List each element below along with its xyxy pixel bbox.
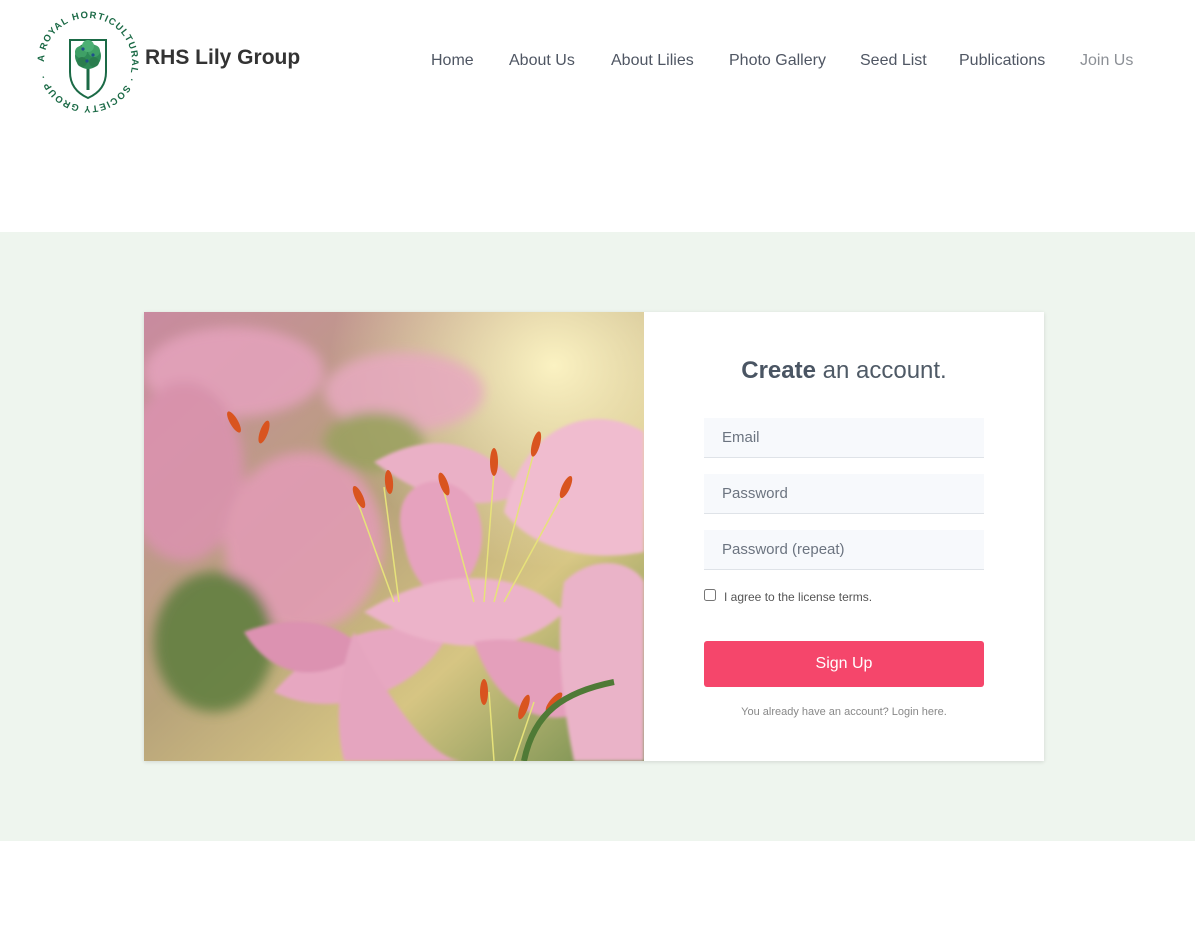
login-link[interactable]: You already have an account? Login here.: [741, 706, 947, 718]
license-label[interactable]: I agree to the license terms.: [724, 590, 872, 604]
nav-about-lilies[interactable]: About Lilies: [611, 52, 694, 70]
signup-form: Create an account. I agree to the licens…: [644, 312, 1044, 761]
main-nav: Home About Us About Lilies Photo Gallery…: [0, 52, 1195, 72]
email-field[interactable]: [704, 418, 984, 458]
nav-join-us[interactable]: Join Us: [1080, 52, 1133, 70]
license-checkbox[interactable]: [704, 589, 716, 601]
signup-card: Create an account. I agree to the licens…: [144, 312, 1044, 761]
nav-photo-gallery[interactable]: Photo Gallery: [729, 52, 826, 70]
form-title-rest: an account.: [815, 357, 947, 384]
lily-photo: [144, 312, 644, 761]
login-prompt: You already have an account? Login here.: [644, 706, 1044, 718]
form-title: Create an account.: [644, 357, 1044, 385]
nav-about-us[interactable]: About Us: [509, 52, 575, 70]
form-title-bold: Create: [741, 357, 816, 384]
nav-home[interactable]: Home: [431, 52, 474, 70]
site-header: A ROYAL HORTICULTURAL · SOCIETY GROUP · …: [0, 0, 1195, 232]
sign-up-button[interactable]: Sign Up: [704, 641, 984, 687]
password-field[interactable]: [704, 474, 984, 514]
nav-publications[interactable]: Publications: [959, 52, 1045, 70]
password-repeat-field[interactable]: [704, 530, 984, 570]
signup-section: Create an account. I agree to the licens…: [0, 232, 1195, 841]
lily-image: [144, 312, 644, 761]
nav-seed-list[interactable]: Seed List: [860, 52, 927, 70]
